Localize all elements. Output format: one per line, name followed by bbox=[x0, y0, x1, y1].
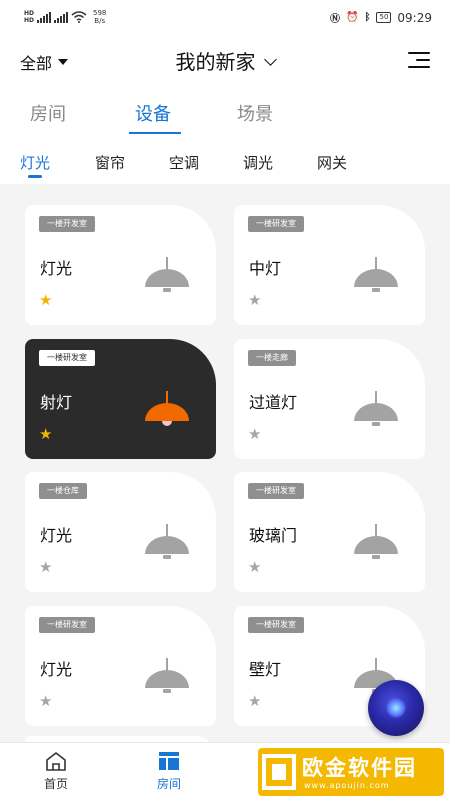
device-card[interactable]: 一楼仓库灯光 ★ bbox=[25, 472, 216, 592]
device-card[interactable]: 一楼走廊过道灯 ★ bbox=[234, 339, 425, 459]
subtab-lighting[interactable]: 灯光 bbox=[20, 152, 50, 173]
network-type-indicator: HD HD bbox=[24, 10, 34, 24]
room-tag: 一楼研发室 bbox=[248, 216, 304, 232]
watermark-url: www.apoujin.com bbox=[304, 781, 390, 790]
nav-rooms-label: 房间 bbox=[156, 777, 181, 791]
pendant-lamp-icon[interactable] bbox=[352, 257, 400, 299]
network-speed: 598 B/s bbox=[93, 9, 106, 25]
main-tabs: 房间 设备 场景 bbox=[0, 88, 450, 138]
room-tag: 一楼研发室 bbox=[248, 483, 304, 499]
subtab-ac[interactable]: 空调 bbox=[169, 152, 199, 173]
favorite-star-icon[interactable]: ★ bbox=[248, 694, 261, 709]
device-card[interactable]: 一楼研发室灯光 ★ bbox=[25, 606, 216, 726]
device-name: 过道灯 bbox=[249, 393, 298, 412]
room-tag: 一楼走廊 bbox=[248, 350, 296, 366]
device-card[interactable]: 一楼研发室中灯 ★ bbox=[234, 205, 425, 325]
device-name: 中灯 bbox=[249, 259, 282, 278]
speed-value: 598 bbox=[93, 9, 107, 17]
nav-home-label: 首页 bbox=[43, 777, 68, 791]
favorite-star-icon[interactable]: ★ bbox=[39, 694, 52, 709]
signal-icon bbox=[37, 11, 52, 23]
tab-active-indicator bbox=[129, 132, 181, 134]
pendant-lamp-icon[interactable] bbox=[352, 391, 400, 433]
alarm-icon: ⏰ bbox=[346, 12, 359, 23]
watermark-logo-icon bbox=[262, 754, 296, 790]
speed-unit: B/s bbox=[94, 17, 106, 25]
nav-home[interactable]: 首页 bbox=[26, 751, 86, 792]
device-name: 玻璃门 bbox=[249, 526, 298, 545]
device-name: 灯光 bbox=[40, 526, 73, 545]
room-tag: 一楼开发室 bbox=[39, 216, 95, 232]
site-watermark: 欧金软件园 www.apoujin.com bbox=[258, 748, 444, 796]
tab-devices[interactable]: 设备 bbox=[135, 100, 171, 126]
room-tag: 一楼研发室 bbox=[248, 617, 304, 633]
favorite-star-icon[interactable]: ★ bbox=[248, 560, 261, 575]
nfc-icon: Ⓝ bbox=[330, 14, 341, 25]
room-tag: 一楼仓库 bbox=[39, 483, 87, 499]
nav-rooms[interactable]: 房间 bbox=[139, 751, 199, 792]
pendant-lamp-icon[interactable] bbox=[143, 658, 191, 700]
menu-icon[interactable] bbox=[408, 52, 430, 68]
device-name: 灯光 bbox=[40, 259, 73, 278]
device-name: 壁灯 bbox=[249, 660, 282, 679]
chevron-down-icon bbox=[263, 53, 277, 66]
room-tag: 一楼研发室 bbox=[39, 617, 95, 633]
tab-rooms[interactable]: 房间 bbox=[30, 100, 66, 126]
favorite-star-icon[interactable]: ★ bbox=[39, 427, 52, 442]
home-selector[interactable]: 我的新家 bbox=[0, 46, 450, 75]
device-name: 灯光 bbox=[40, 660, 73, 679]
pendant-lamp-icon[interactable] bbox=[143, 391, 191, 433]
device-grid: 一楼开发室 灯光 ★ 一楼研发室 中灯 ★ 一楼研发室 射灯 ★ 一楼走廊 过道灯 ★ 一楼仓库 灯光 ★ 一… bbox=[0, 184, 450, 742]
pendant-lamp-icon[interactable] bbox=[352, 524, 400, 566]
home-name: 我的新家 bbox=[175, 50, 256, 74]
clock: 09:29 bbox=[397, 10, 432, 25]
status-bar: HD HD 598 B/s Ⓝ ⏰ ᛒ 50 09:29 bbox=[0, 0, 450, 34]
battery-icon: 50 bbox=[376, 12, 392, 23]
watermark-title: 欧金软件园 bbox=[302, 756, 417, 780]
device-card[interactable]: 一楼研发室玻璃门 ★ bbox=[234, 472, 425, 592]
device-card[interactable]: 一楼开发室灯光 ★ bbox=[25, 205, 216, 325]
pendant-lamp-icon[interactable] bbox=[143, 257, 191, 299]
favorite-star-icon[interactable]: ★ bbox=[248, 427, 261, 442]
pendant-lamp-icon[interactable] bbox=[143, 524, 191, 566]
hd-label-2: HD bbox=[24, 17, 35, 24]
home-icon bbox=[46, 752, 66, 771]
room-tag: 一楼研发室 bbox=[39, 350, 95, 366]
tab-scenes[interactable]: 场景 bbox=[237, 100, 273, 126]
favorite-star-icon[interactable]: ★ bbox=[248, 293, 261, 308]
favorite-star-icon[interactable]: ★ bbox=[39, 560, 52, 575]
signal-icon bbox=[54, 11, 69, 23]
room-icon bbox=[159, 752, 179, 770]
voice-assistant-button[interactable] bbox=[368, 680, 424, 736]
subtab-curtains[interactable]: 窗帘 bbox=[95, 152, 125, 173]
subtab-dimming[interactable]: 调光 bbox=[243, 152, 273, 173]
subtab-active-indicator bbox=[28, 175, 42, 178]
wifi-icon bbox=[71, 11, 87, 23]
device-card[interactable]: 一楼研发室射灯 ★ bbox=[25, 339, 216, 459]
hd-label-1: HD bbox=[24, 10, 35, 17]
app-header: 全部 我的新家 bbox=[0, 34, 450, 88]
favorite-star-icon[interactable]: ★ bbox=[39, 293, 52, 308]
device-name: 射灯 bbox=[40, 393, 73, 412]
subtab-gateway[interactable]: 网关 bbox=[317, 152, 347, 173]
device-type-tabs: 灯光 窗帘 空调 调光 网关 bbox=[0, 138, 450, 184]
bluetooth-icon: ᛒ bbox=[364, 12, 371, 23]
